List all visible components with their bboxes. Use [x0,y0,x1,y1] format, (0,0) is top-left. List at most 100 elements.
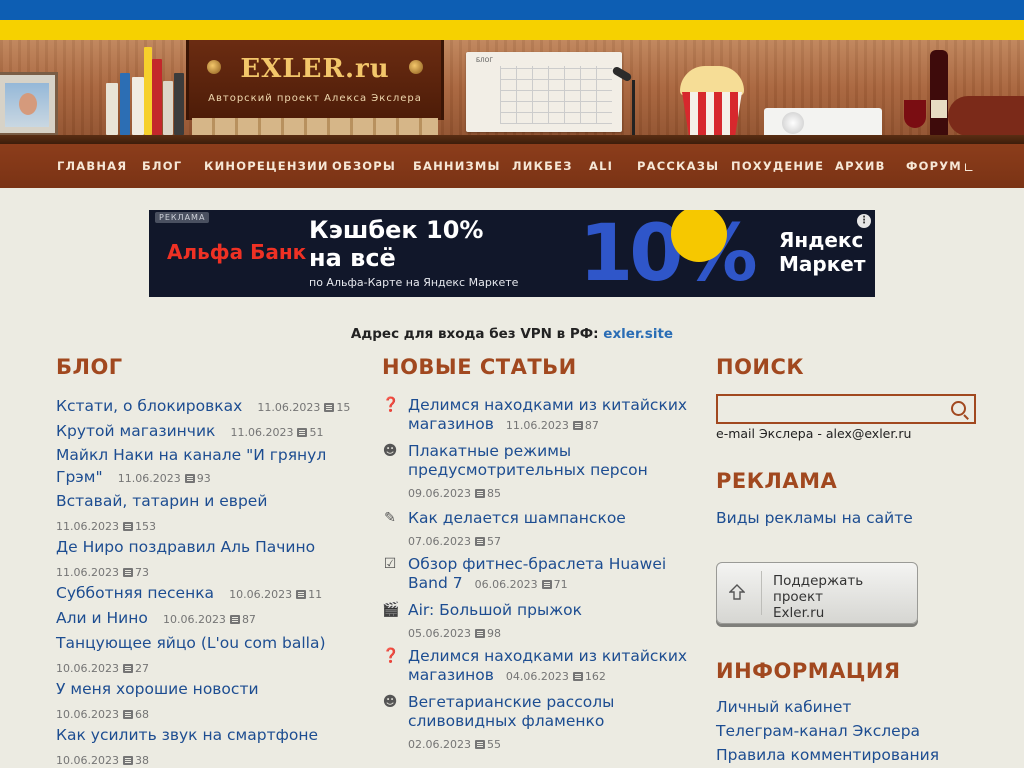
nav-item-archive[interactable]: Архив [835,159,886,173]
nav-item-weight-loss[interactable]: Похудение [731,159,824,173]
site-logo[interactable]: EXLER.ru Авторский проект Алекса Экслера [186,40,444,120]
blog-item-link[interactable]: Танцующее яйцо (L'ou com balla) [56,634,326,652]
info-link-rules[interactable]: Правила комментирования [716,746,939,764]
blog-item-link[interactable]: Как усилить звук на смартфоне [56,726,318,744]
logo-subtitle: Авторский проект Алекса Экслера [208,93,422,104]
nav-item-bannizmy[interactable]: Баннизмы [413,159,501,173]
blog-item-comments[interactable]: 68 [135,708,149,721]
article-link[interactable]: Как делается шампанское [408,509,626,527]
comment-icon [572,672,583,681]
ad-info-icon[interactable]: ⋮ [857,214,871,228]
article-item: Вегетарианские рассолы сливовидных фламе… [408,692,698,752]
vpn-notice: Адрес для входа без VPN в РФ: exler.site [0,326,1024,342]
nav-item-ali[interactable]: ALI [589,159,613,173]
book-image [120,73,130,135]
vpn-link[interactable]: exler.site [603,326,673,342]
nav-item-blog[interactable]: Блог [142,159,182,173]
ad-headline-line2: на всё [309,244,396,272]
search-icon[interactable] [951,401,966,416]
comment-icon [122,710,133,719]
nav-item-likbez[interactable]: Ликбез [512,159,573,173]
article-link-cont[interactable]: Band 7 [408,574,463,592]
support-button-label: Поддержать проект Exler.ru [773,573,917,621]
blog-item-link[interactable]: Майкл Наки на канале "И грянул [56,446,326,464]
nav-item-overviews[interactable]: Обзоры [332,159,396,173]
article-link[interactable]: Вегетарианские рассолы [408,693,614,711]
smile-icon: ☻ [382,694,398,710]
ham-image [948,96,1024,136]
article-link-cont[interactable]: предусмотрительных персон [408,461,648,479]
book-image [106,83,118,135]
article-comments[interactable]: 98 [487,627,501,640]
article-link[interactable]: Air: Большой прыжок [408,601,582,619]
article-date: 04.06.2023 [505,670,569,683]
blog-item: У меня хорошие новости [56,679,259,698]
blog-item: Вставай, татарин и еврей [56,491,267,510]
blog-item-link[interactable]: Крутой магазинчик [56,422,215,440]
article-comments[interactable]: 85 [487,487,501,500]
blog-item-link[interactable]: Вставай, татарин и еврей [56,492,267,510]
article-date: 07.06.2023 [408,535,471,548]
ads-types-link[interactable]: Виды рекламы на сайте [716,509,913,527]
main-nav: Главная Блог Кинорецензии Обзоры Баннизм… [0,144,1024,188]
blog-item-comments[interactable]: 87 [242,613,256,626]
header-banner: EXLER.ru Авторский проект Алекса Экслера… [0,40,1024,144]
blog-item-date: 10.06.2023 [56,754,119,767]
article-item: Air: Большой прыжок 05.06.2023 98 [408,600,698,641]
support-project-button[interactable]: Поддержать проект Exler.ru [716,562,918,624]
article-comments[interactable]: 87 [585,419,599,432]
article-comments[interactable]: 57 [487,535,501,548]
nav-item-stories[interactable]: Рассказы [637,159,719,173]
article-link[interactable]: Делимся находками из китайских [408,396,687,414]
blog-item-comments[interactable]: 15 [336,401,350,414]
comment-icon [474,629,485,638]
blog-item-link[interactable]: Али и Нино [56,609,148,627]
pencil-icon: ✎ [384,510,396,526]
blog-item: Майкл Наки на канале "И грянул [56,445,326,464]
blog-item-link[interactable]: Де Ниро поздравил Аль Пачино [56,538,315,556]
info-link-account[interactable]: Личный кабинет [716,698,851,716]
blog-item-link[interactable]: Субботняя песенка [56,584,214,602]
blog-item-comments[interactable]: 38 [135,754,149,767]
ad-banner[interactable]: РЕКЛАМА Альфа Банк Кэшбек 10% на всё по … [149,210,875,297]
blog-item-date: 10.06.2023 [229,588,293,601]
article-link[interactable]: Плакатные режимы [408,442,571,460]
article-comments[interactable]: 55 [487,738,501,751]
article-link-cont[interactable]: сливовидных фламенко [408,712,604,730]
article-comments[interactable]: 162 [585,670,606,683]
blog-item-comments[interactable]: 51 [309,426,323,439]
blog-item-meta: 10.06.2023 68 [56,703,149,722]
article-link[interactable]: Обзор фитнес-браслета Huawei [408,555,666,573]
ad-market-line1: Яндекс [779,228,864,252]
article-link-cont[interactable]: магазинов [408,415,494,433]
smile-icon: ☻ [382,443,398,459]
nav-item-home[interactable]: Главная [57,159,127,173]
article-link-cont[interactable]: магазинов [408,666,494,684]
flag-stripe-yellow [0,20,1024,40]
blog-item-comments[interactable]: 153 [135,520,156,533]
blog-item-comments[interactable]: 11 [308,588,322,601]
article-item: Как делается шампанское 07.06.2023 57 [408,508,698,549]
blog-item-link[interactable]: У меня хорошие новости [56,680,259,698]
blog-item-comments[interactable]: 73 [135,566,149,579]
blog-item-link-cont[interactable]: Грэм" [56,468,103,486]
search-input[interactable] [722,400,948,420]
nav-item-forum-label: Форум [906,159,962,173]
article-date: 11.06.2023 [505,419,569,432]
shelf [0,135,1024,144]
blog-item: Али и Нино 10.06.2023 87 [56,608,256,627]
blog-item-link[interactable]: Кстати, о блокировках [56,397,242,415]
blog-item-comments[interactable]: 93 [197,472,211,485]
nav-item-forum[interactable]: Форум [906,159,973,173]
vpn-text: Адрес для входа без VPN в РФ: [350,326,599,342]
clipboard-check-icon: ☑ [383,556,397,572]
info-link-telegram[interactable]: Телеграм-канал Экслера [716,722,920,740]
blog-item-comments[interactable]: 27 [135,662,149,675]
flag-stripe-blue [0,0,1024,20]
blog-item-date: 11.06.2023 [230,426,294,439]
nav-item-reviews[interactable]: Кинорецензии [204,159,329,173]
book-image [144,47,152,135]
article-link[interactable]: Делимся находками из китайских [408,647,687,665]
blog-item: Как усилить звук на смартфоне [56,725,318,744]
article-comments[interactable]: 71 [554,578,568,591]
